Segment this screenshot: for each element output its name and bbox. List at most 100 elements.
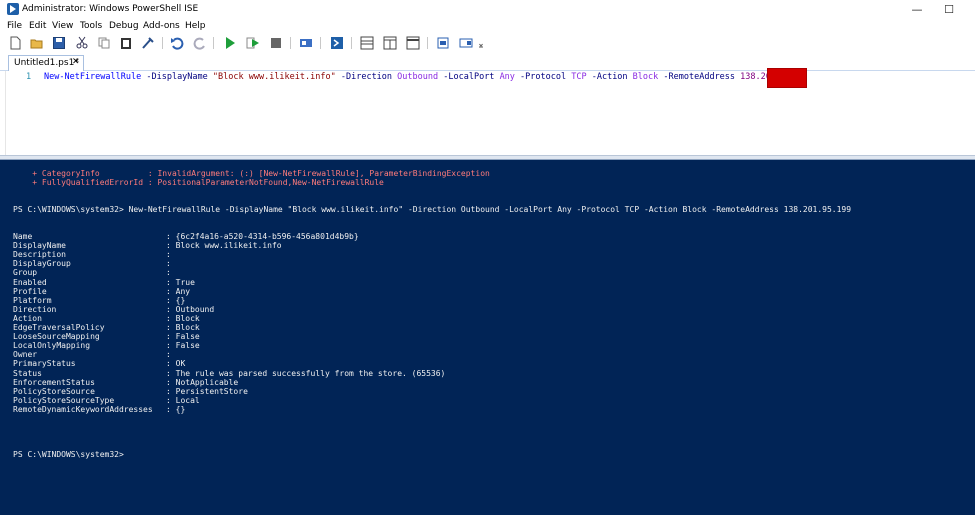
property-row: Platform: {} bbox=[13, 296, 185, 305]
script-line[interactable]: New-NetFirewallRule -DisplayName "Block … bbox=[44, 72, 776, 82]
property-value: : Local bbox=[166, 395, 200, 405]
token-param: -RemoteAddress bbox=[663, 72, 736, 82]
commands-icon[interactable] bbox=[436, 36, 450, 50]
title-bar: Administrator: Windows PowerShell ISE — … bbox=[0, 0, 975, 20]
property-key: EnforcementStatus bbox=[13, 377, 95, 387]
stop-icon[interactable] bbox=[269, 36, 283, 50]
new-icon[interactable] bbox=[8, 36, 22, 50]
property-row: Enabled : True bbox=[13, 278, 195, 287]
property-value: : Block www.ilikeit.info bbox=[166, 241, 282, 251]
property-row: PolicyStoreSourceType : Local bbox=[13, 396, 200, 405]
property-row: Group: bbox=[13, 268, 171, 277]
property-row: PrimaryStatus: OK bbox=[13, 359, 185, 368]
menu-view[interactable]: View bbox=[52, 21, 73, 31]
paste-icon[interactable] bbox=[119, 36, 133, 50]
token-param: -Direction bbox=[340, 72, 393, 82]
script-tab-strip: Untitled1.ps1* ✕ bbox=[0, 52, 975, 71]
property-key: Group bbox=[13, 268, 38, 278]
property-row: Status: The rule was parsed successfully… bbox=[13, 369, 445, 378]
property-key: Name bbox=[13, 232, 33, 241]
pane-max-icon[interactable] bbox=[406, 36, 420, 50]
toolbar-overflow-icon[interactable] bbox=[478, 36, 484, 50]
script-editor[interactable]: 1 New-NetFirewallRule -DisplayName "Bloc… bbox=[5, 71, 975, 155]
tab-close-icon[interactable]: ✕ bbox=[72, 57, 80, 67]
run-selection-icon[interactable] bbox=[246, 36, 260, 50]
addon-icon[interactable] bbox=[459, 36, 473, 50]
menu-addons[interactable]: Add-ons bbox=[143, 21, 180, 31]
pane-right-icon[interactable] bbox=[383, 36, 397, 50]
property-value: : PersistentStore bbox=[166, 386, 248, 396]
toolbar-separator bbox=[427, 37, 428, 49]
token-arg: Block bbox=[632, 72, 659, 82]
token-param: -Action bbox=[591, 72, 628, 82]
toolbar-separator bbox=[213, 37, 214, 49]
property-key: Enabled bbox=[13, 277, 47, 287]
menu-debug[interactable]: Debug bbox=[109, 21, 139, 31]
remote-icon[interactable] bbox=[299, 36, 313, 50]
toolbar-separator bbox=[162, 37, 163, 49]
property-row: LooseSourceMapping : False bbox=[13, 332, 200, 341]
menu-help[interactable]: Help bbox=[185, 21, 206, 31]
property-row: EdgeTraversalPolicy: Block bbox=[13, 323, 200, 332]
property-value: : False bbox=[166, 332, 200, 342]
error-line: + CategoryInfo : InvalidArgument: (:) [N… bbox=[13, 169, 490, 178]
maximize-button[interactable]: ☐ bbox=[932, 0, 966, 20]
save-icon[interactable] bbox=[52, 36, 66, 50]
toolbar bbox=[0, 34, 975, 52]
property-row: Action : Block bbox=[13, 314, 200, 323]
token-param: -DisplayName bbox=[146, 72, 208, 82]
property-value: : The rule was parsed successfully from … bbox=[166, 368, 446, 378]
property-value: : Block bbox=[166, 323, 200, 332]
minimize-button[interactable]: — bbox=[900, 0, 934, 20]
property-key: LooseSourceMapping bbox=[13, 332, 100, 342]
property-value: : Any bbox=[166, 286, 191, 296]
property-row: RemoteDynamicKeywordAddresses : {} bbox=[13, 405, 185, 414]
property-row: DisplayName : Block www.ilikeit.info bbox=[13, 241, 282, 250]
property-key: DisplayName bbox=[13, 241, 66, 251]
error-line: + FullyQualifiedErrorId : PositionalPara… bbox=[13, 178, 384, 187]
open-icon[interactable] bbox=[30, 36, 44, 50]
token-arg: TCP bbox=[571, 72, 587, 82]
copy-icon[interactable] bbox=[97, 36, 111, 50]
property-key: DisplayGroup bbox=[13, 259, 71, 269]
powershell-ise-icon bbox=[7, 3, 19, 15]
pane-top-icon[interactable] bbox=[360, 36, 374, 50]
menu-file[interactable]: File bbox=[7, 21, 22, 31]
redo-icon[interactable] bbox=[193, 36, 207, 50]
property-key: RemoteDynamicKeywordAddresses bbox=[13, 404, 153, 414]
property-value: : {} bbox=[166, 404, 186, 414]
line-number: 1 bbox=[26, 72, 32, 82]
property-row: Description: bbox=[13, 250, 171, 259]
toolbar-separator bbox=[351, 37, 352, 49]
run-icon[interactable] bbox=[223, 36, 237, 50]
final-prompt[interactable]: PS C:\WINDOWS\system32> bbox=[13, 450, 124, 459]
property-key: PrimaryStatus bbox=[13, 359, 76, 369]
clear-icon[interactable] bbox=[141, 36, 155, 50]
undo-icon[interactable] bbox=[170, 36, 184, 50]
tab-untitled1[interactable]: Untitled1.ps1* ✕ bbox=[8, 55, 84, 71]
property-key: Owner bbox=[13, 350, 38, 360]
property-row: Direction: Outbound bbox=[13, 305, 214, 314]
property-row: Owner: bbox=[13, 350, 171, 359]
property-key: LocalOnlyMapping bbox=[13, 341, 91, 351]
tab-label: Untitled1.ps1* bbox=[14, 58, 79, 68]
prompt-command-line: PS C:\WINDOWS\system32> New-NetFirewallR… bbox=[13, 205, 852, 214]
property-value: : True bbox=[166, 277, 195, 287]
console-pane[interactable]: + CategoryInfo : InvalidArgument: (:) [N… bbox=[0, 160, 975, 515]
property-key: Direction bbox=[13, 304, 57, 314]
property-value: : False bbox=[166, 341, 200, 351]
toolbar-separator bbox=[290, 37, 291, 49]
token-string: "Block www.ilikeit.info" bbox=[212, 72, 336, 82]
menu-bar: File Edit View Tools Debug Add-ons Help bbox=[0, 20, 975, 34]
property-key: PolicyStoreSourceType bbox=[13, 395, 115, 405]
property-key: Action bbox=[13, 313, 42, 323]
menu-edit[interactable]: Edit bbox=[29, 21, 46, 31]
property-key: PolicyStoreSource bbox=[13, 386, 95, 396]
cut-icon[interactable] bbox=[75, 36, 89, 50]
token-param: -LocalPort bbox=[443, 72, 495, 82]
menu-tools[interactable]: Tools bbox=[80, 21, 102, 31]
property-row: Profile: Any bbox=[13, 287, 190, 296]
property-value: : bbox=[166, 259, 171, 269]
property-value: : Block bbox=[166, 313, 200, 323]
powershell-icon[interactable] bbox=[330, 36, 344, 50]
